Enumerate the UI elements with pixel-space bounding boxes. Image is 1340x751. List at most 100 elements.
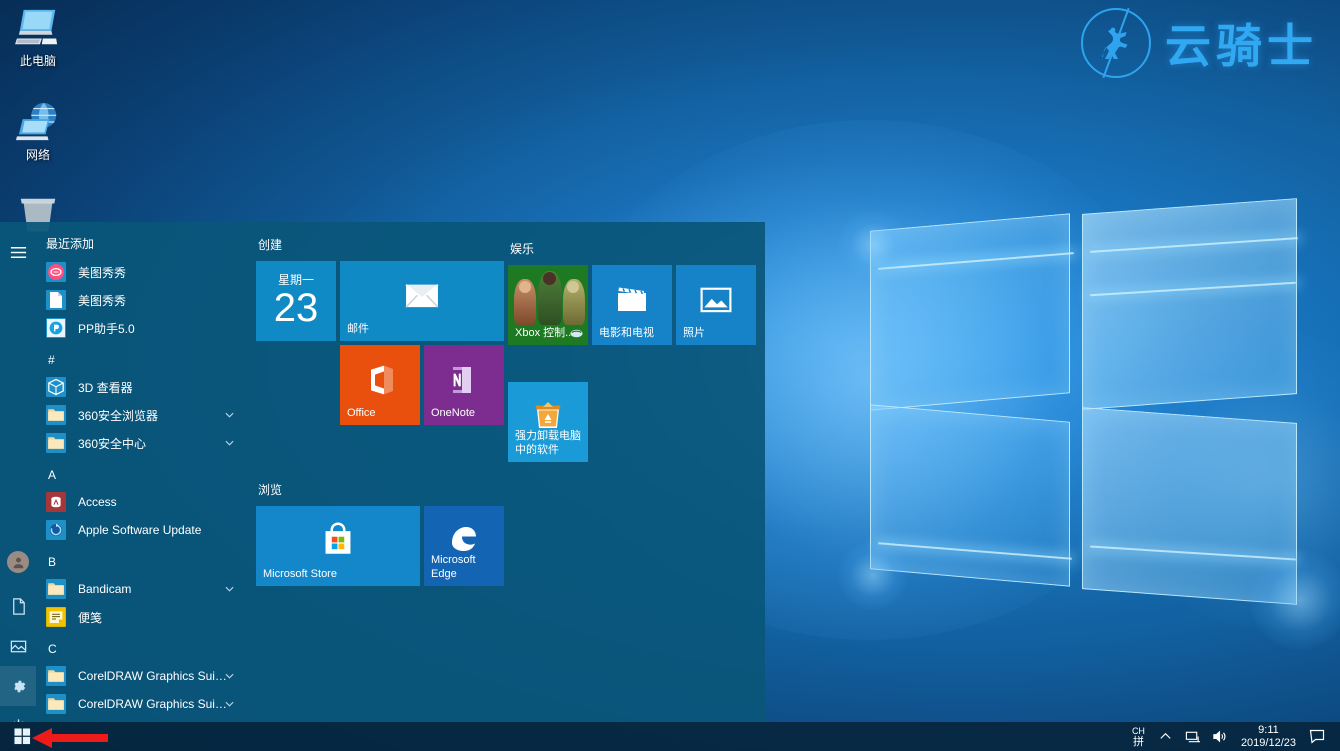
store-bag-icon <box>321 522 355 556</box>
tile-uninstaller[interactable]: 强力卸载电脑中的软件 <box>508 382 588 462</box>
app-list-item[interactable]: 3D 查看器 <box>36 373 250 401</box>
clock[interactable]: 9:11 2019/12/23 <box>1233 722 1304 751</box>
ime-indicator[interactable]: CH 拼 <box>1125 722 1152 751</box>
taskbar: CH 拼 9:11 2019/12/23 <box>0 722 1340 751</box>
desktop-icon-label: 网络 <box>25 148 50 162</box>
chevron-down-icon[interactable] <box>225 585 234 594</box>
account-avatar-icon[interactable] <box>0 542 36 582</box>
app-list-item[interactable]: 360安全浏览器 <box>36 401 250 429</box>
cube-icon <box>46 377 66 397</box>
speaker-icon[interactable] <box>1206 722 1233 751</box>
desktop-icon-this-pc[interactable]: 此电脑 <box>0 2 76 69</box>
app-list-item[interactable]: Bandicam <box>36 575 250 603</box>
app-list-item-label: Apple Software Update <box>78 523 202 537</box>
tile-label: 电影和电视 <box>599 327 654 339</box>
app-list-item-label: 美图秀秀 <box>78 265 127 280</box>
app-list-item[interactable]: 便笺 <box>36 603 250 631</box>
chevron-down-icon[interactable] <box>225 672 234 681</box>
vendor-watermark: 云骑士 <box>1081 4 1318 82</box>
app-list-item[interactable]: CorelDRAW Graphics Suite 20... <box>36 690 250 718</box>
action-center-icon[interactable] <box>1304 722 1334 751</box>
folder-icon <box>46 579 66 599</box>
meitu-icon <box>46 262 66 282</box>
gear-icon[interactable] <box>0 666 36 706</box>
pictures-icon[interactable] <box>0 626 36 666</box>
app-list-item[interactable]: 美图秀秀 <box>36 258 250 286</box>
tile-office[interactable]: Office <box>340 345 420 425</box>
tile-photos[interactable]: 照片 <box>676 265 756 345</box>
desktop-icon-network[interactable]: 网络 <box>0 96 76 163</box>
tile-row: Microsoft Store Microsoft Edge <box>256 506 753 586</box>
app-list-item[interactable]: CorelDRAW Graphics Suite 20... <box>36 662 250 690</box>
desktop-icon-label: 此电脑 <box>19 54 56 68</box>
tile-microsoft-edge[interactable]: Microsoft Edge <box>424 506 504 586</box>
sticky-note-icon <box>46 607 66 627</box>
system-tray: CH 拼 9:11 2019/12/23 <box>1125 722 1340 751</box>
app-list-item-label: 美图秀秀 <box>78 293 127 308</box>
tile-group-title: 浏览 <box>258 483 283 497</box>
tile-onenote[interactable]: OneNote <box>424 345 504 425</box>
tile-microsoft-store[interactable]: Microsoft Store <box>256 506 420 586</box>
document-file-icon <box>46 290 66 310</box>
alphabet-header: C <box>48 642 57 656</box>
chevron-down-icon[interactable] <box>225 700 234 709</box>
alphabet-header: # <box>48 353 55 367</box>
chevron-up-icon[interactable] <box>1152 722 1179 751</box>
app-list-item-label: CorelDRAW Graphics Suite 20... <box>78 697 228 711</box>
ime-mode: 拼 <box>1132 735 1144 748</box>
app-list-item[interactable]: Apple Software Update <box>36 516 250 544</box>
monitor-icon <box>0 2 76 50</box>
folder-icon <box>46 433 66 453</box>
folder-icon <box>46 666 66 686</box>
tile-mail[interactable]: 邮件 <box>340 261 504 341</box>
chevron-down-icon[interactable] <box>225 411 234 420</box>
photo-mountain-icon <box>700 285 732 315</box>
app-list-item[interactable]: 美图秀秀 <box>36 286 250 314</box>
folder-icon <box>46 405 66 425</box>
start-menu-rail <box>0 222 36 722</box>
start-menu: 最近添加 美图秀秀 美图秀秀 PP助手5.0 #3D 查看器 360安全浏览器 360安全中… <box>0 222 765 722</box>
folder-icon <box>46 694 66 714</box>
tile-label: 照片 <box>683 327 705 339</box>
app-list-item[interactable]: 360安全中心 <box>36 429 250 457</box>
hamburger-icon[interactable] <box>0 232 36 272</box>
access-icon <box>46 492 66 512</box>
app-list-item[interactable]: Access <box>36 488 250 516</box>
recent-header: 最近添加 <box>46 237 95 251</box>
app-list-item[interactable]: PP助手5.0 <box>36 314 250 342</box>
hero-pane-bottom-left <box>870 404 1070 587</box>
alphabet-header: B <box>48 555 57 569</box>
clock-time: 9:11 <box>1258 723 1279 736</box>
app-list-item-label: CorelDRAW Graphics Suite 20... <box>78 669 228 683</box>
power-icon[interactable] <box>0 706 36 722</box>
app-list-item-label: Access <box>78 495 117 509</box>
hero-pane-top-left <box>870 213 1070 411</box>
tile-label: OneNote <box>431 407 476 419</box>
tile-group: 浏览 Microsoft Store Microsoft Edge <box>256 481 753 586</box>
tile-day-number: 23 <box>273 286 319 330</box>
document-icon[interactable] <box>0 586 36 626</box>
tile-label: 强力卸载电脑中的软件 <box>515 430 581 456</box>
film-clapper-icon <box>616 285 648 315</box>
network-icon[interactable] <box>1179 722 1206 751</box>
tile-calendar[interactable]: 星期一 23 <box>256 261 336 341</box>
chevron-down-icon[interactable] <box>225 439 234 448</box>
start-button[interactable] <box>0 722 44 751</box>
tile-label: Microsoft Edge <box>431 554 476 580</box>
tile-xbox-console-companion[interactable]: Xbox 控制... <box>508 265 588 345</box>
xbox-logo-badge <box>570 329 583 338</box>
tile-group: 娱乐 Xbox 控制... 电影和电视 照片 强力卸载电脑中的软件 <box>508 236 756 466</box>
watermark-text: 云骑士 <box>1165 19 1318 73</box>
pp-assistant-icon <box>46 318 66 338</box>
tile-movies-tv[interactable]: 电影和电视 <box>592 265 672 345</box>
tile-area: 创建 星期一 23 邮件 Office OneNote 娱乐 Xbox 控制... 电影和电视… <box>250 222 765 722</box>
app-list[interactable]: 最近添加 美图秀秀 美图秀秀 PP助手5.0 #3D 查看器 360安全浏览器 360安全中… <box>36 222 250 722</box>
uninstall-bin-icon <box>532 400 564 430</box>
hero-pane-bottom-right <box>1082 407 1297 605</box>
windows-hero-logo <box>760 198 1340 650</box>
tile-label: Office <box>347 407 376 419</box>
edge-icon <box>448 523 480 555</box>
apple-update-icon <box>46 520 66 540</box>
horseman-circle-icon <box>1081 8 1151 78</box>
clock-date: 2019/12/23 <box>1240 736 1296 749</box>
